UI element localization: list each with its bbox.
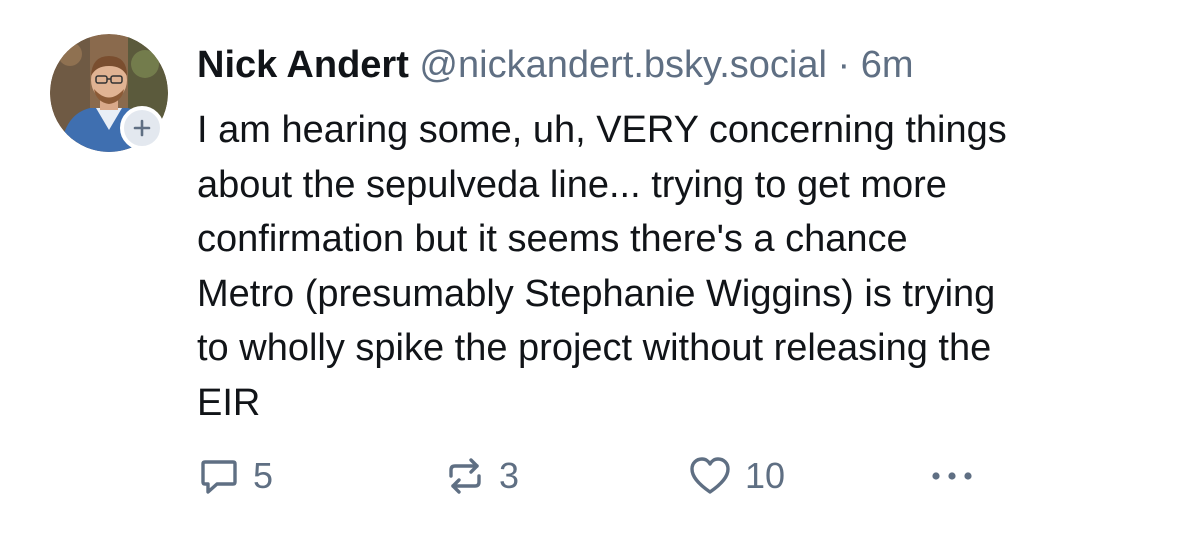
post-body: I am hearing some, uh, VERY concerning t… bbox=[197, 103, 1177, 430]
reply-icon bbox=[201, 460, 237, 494]
like-count: 10 bbox=[745, 455, 786, 496]
post-body-line: about the sepulveda line... trying to ge… bbox=[197, 163, 947, 206]
post-body-line: EIR bbox=[197, 381, 261, 424]
reply-count: 5 bbox=[253, 455, 274, 496]
reply-button[interactable]: 5 bbox=[197, 452, 273, 500]
plus-icon bbox=[133, 119, 151, 137]
follow-button[interactable] bbox=[120, 106, 164, 150]
post: Nick Andert @nickandert.bsky.social · 6m… bbox=[0, 0, 1200, 538]
post-body-line: to wholly spike the project without rele… bbox=[197, 327, 992, 369]
repost-count: 3 bbox=[499, 455, 520, 496]
post-body-line: Metro (presumably Stephanie Wiggins) is … bbox=[197, 272, 996, 315]
repost-icon bbox=[449, 458, 481, 494]
heart-icon bbox=[690, 457, 730, 494]
more-options-button[interactable] bbox=[929, 452, 975, 500]
header-separator: · bbox=[837, 44, 851, 86]
avatar-container bbox=[50, 34, 168, 152]
author-handle[interactable]: @nickandert.bsky.social bbox=[419, 44, 826, 86]
author-name[interactable]: Nick Andert bbox=[197, 44, 409, 86]
more-dots-icon bbox=[932, 472, 972, 480]
repost-button[interactable]: 3 bbox=[443, 452, 519, 500]
post-timestamp[interactable]: 6m bbox=[861, 44, 914, 86]
post-header: Nick Andert @nickandert.bsky.social · 6m bbox=[197, 40, 913, 90]
like-button[interactable]: 10 bbox=[687, 452, 785, 500]
post-body-line: confirmation but it seems there's a chan… bbox=[197, 218, 908, 260]
post-body-line: I am hearing some, uh, VERY concerning t… bbox=[197, 109, 1007, 151]
